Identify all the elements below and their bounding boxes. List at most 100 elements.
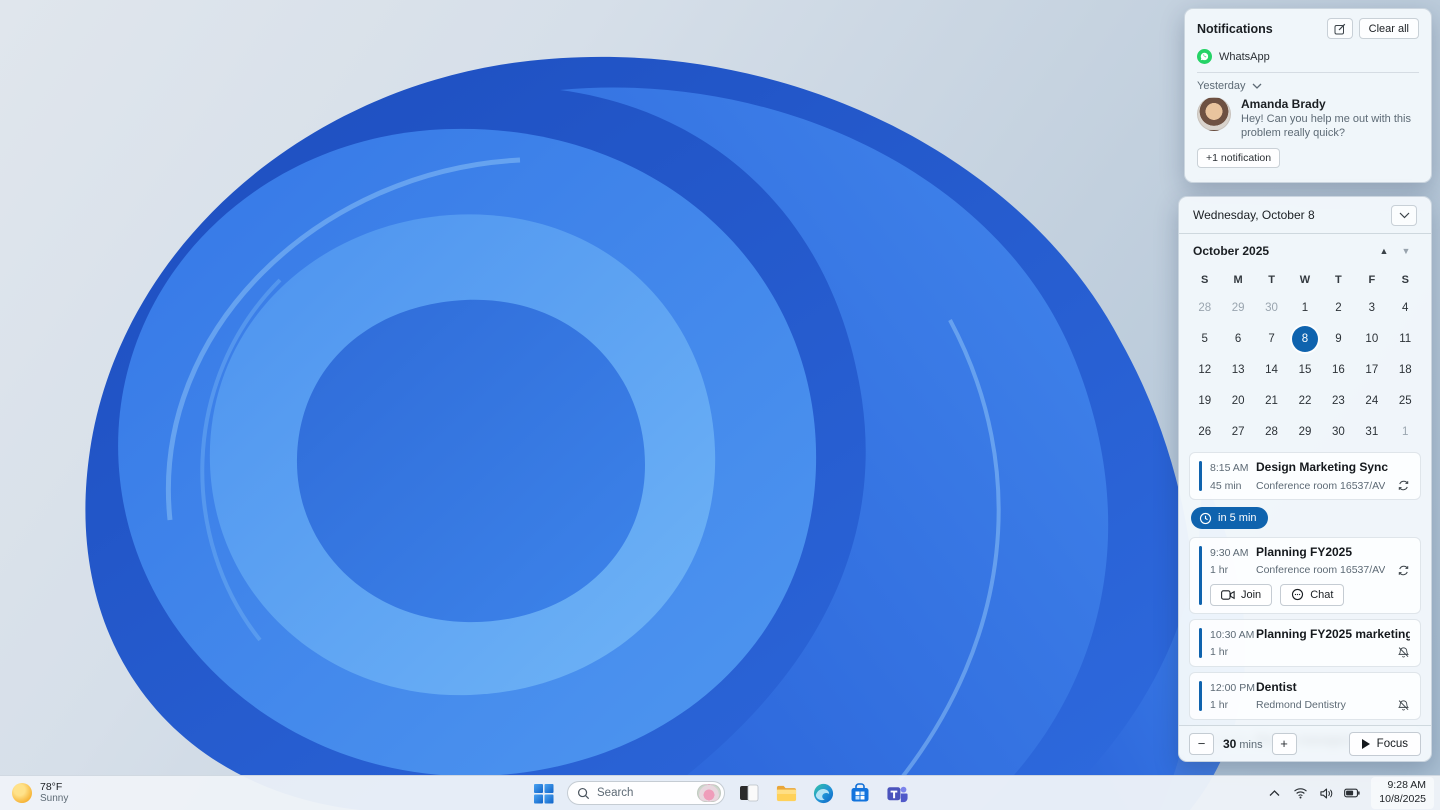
notification-item[interactable]: Amanda Brady Hey! Can you help me out wi… — [1197, 97, 1419, 141]
day-cell[interactable]: 12 — [1188, 354, 1221, 385]
day-cell[interactable]: 15 — [1288, 354, 1321, 385]
task-view-button[interactable] — [736, 780, 762, 806]
dow-label: S — [1201, 274, 1209, 286]
day-cell[interactable]: 13 — [1221, 354, 1254, 385]
taskbar: 78°F Sunny Search 9:28 AM 10/8/2025 — [0, 775, 1440, 810]
day-cell[interactable]: 4 — [1389, 292, 1422, 323]
day-cell[interactable]: 30 — [1255, 292, 1288, 323]
event-title: Design Marketing Sync — [1256, 460, 1389, 474]
chat-button[interactable]: Chat — [1280, 583, 1345, 606]
taskbar-center: Search — [530, 780, 910, 806]
calendar-next-month-button[interactable]: ▼ — [1395, 246, 1417, 256]
day-cell-selected[interactable]: 8 — [1288, 323, 1321, 354]
clock-widget[interactable]: 9:28 AM 10/8/2025 — [1371, 777, 1434, 809]
day-cell[interactable]: 27 — [1221, 416, 1254, 447]
day-cell[interactable]: 29 — [1288, 416, 1321, 447]
volume-button[interactable] — [1315, 780, 1337, 806]
calendar-prev-month-button[interactable]: ▲ — [1373, 246, 1395, 256]
day-cell[interactable]: 24 — [1355, 385, 1388, 416]
day-cell[interactable]: 14 — [1255, 354, 1288, 385]
event-time: 9:30 AM — [1210, 546, 1249, 559]
day-cell[interactable]: 5 — [1188, 323, 1221, 354]
weather-temperature: 78°F — [40, 781, 63, 794]
speaker-icon — [1320, 787, 1333, 799]
day-cell[interactable]: 1 — [1389, 416, 1422, 447]
day-cell[interactable]: 19 — [1188, 385, 1221, 416]
clear-all-button[interactable]: Clear all — [1358, 18, 1419, 39]
sunny-weather-icon — [12, 783, 32, 803]
calendar-collapse-button[interactable] — [1391, 204, 1417, 226]
event-location: Conference room 16537/AV — [1256, 479, 1386, 492]
event-card[interactable]: 12:00 PM Dentist 1 hr Redmond Dentistry — [1189, 671, 1421, 720]
calendar-panel: Wednesday, October 8 October 2025 ▲ ▼ S … — [1178, 196, 1432, 762]
day-cell[interactable]: 30 — [1322, 416, 1355, 447]
start-focus-button[interactable]: Focus — [1348, 731, 1421, 756]
file-explorer-button[interactable] — [773, 780, 799, 806]
increase-minutes-button[interactable]: + — [1271, 732, 1297, 755]
day-cell[interactable]: 18 — [1389, 354, 1422, 385]
play-icon — [1361, 738, 1370, 749]
wifi-button[interactable] — [1289, 780, 1311, 806]
windows-logo-icon — [533, 783, 553, 803]
day-cell[interactable]: 20 — [1221, 385, 1254, 416]
recurring-icon — [1397, 479, 1410, 492]
calendar-week-row: 5 6 7 8 9 10 11 — [1188, 323, 1422, 354]
edge-browser-button[interactable] — [810, 780, 836, 806]
day-cell[interactable]: 23 — [1322, 385, 1355, 416]
day-cell[interactable]: 11 — [1389, 323, 1422, 354]
day-cell[interactable]: 28 — [1188, 292, 1221, 323]
clock-time: 9:28 AM — [1387, 779, 1426, 792]
event-card[interactable]: 10:30 AM Planning FY2025 marketing 1 hr — [1189, 618, 1421, 667]
notifications-panel: Notifications Clear all WhatsApp Yesterd… — [1184, 8, 1432, 183]
day-cell[interactable]: 22 — [1288, 385, 1321, 416]
notifications-title: Notifications — [1197, 21, 1273, 36]
day-cell[interactable]: 31 — [1355, 416, 1388, 447]
day-cell[interactable]: 16 — [1322, 354, 1355, 385]
chevron-up-icon — [1269, 789, 1280, 796]
battery-button[interactable] — [1341, 780, 1363, 806]
hidden-icons-button[interactable] — [1263, 780, 1285, 806]
day-cell[interactable]: 6 — [1221, 323, 1254, 354]
day-cell[interactable]: 21 — [1255, 385, 1288, 416]
teams-button[interactable] — [884, 780, 910, 806]
day-cell[interactable]: 9 — [1322, 323, 1355, 354]
decrease-minutes-button[interactable]: − — [1189, 732, 1214, 755]
file-explorer-icon — [776, 785, 796, 801]
microsoft-store-button[interactable] — [847, 780, 873, 806]
event-duration: 1 hr — [1210, 699, 1229, 711]
calendar-date-header: Wednesday, October 8 — [1179, 197, 1431, 234]
calendar-grid: S M T W T F S 28 29 30 1 2 3 4 5 6 7 8 9… — [1179, 268, 1431, 447]
event-duration: 1 hr — [1210, 564, 1229, 576]
weather-widget[interactable]: 78°F Sunny — [12, 776, 68, 810]
day-cell[interactable]: 28 — [1255, 416, 1288, 447]
event-location: Redmond Dentistry — [1256, 699, 1346, 711]
day-cell[interactable]: 26 — [1188, 416, 1221, 447]
day-cell[interactable]: 2 — [1322, 292, 1355, 323]
more-notifications-button[interactable]: +1 notification — [1197, 147, 1281, 168]
day-cell[interactable]: 7 — [1255, 323, 1288, 354]
day-cell[interactable]: 10 — [1355, 323, 1388, 354]
notification-message: Hey! Can you help me out with this probl… — [1241, 113, 1411, 139]
event-card[interactable]: 9:30 AM Planning FY2025 1 hr Conference … — [1189, 536, 1421, 614]
day-cell[interactable]: 1 — [1288, 292, 1321, 323]
day-cell[interactable]: 17 — [1355, 354, 1388, 385]
event-location: Conference room 16537/AV — [1256, 564, 1386, 576]
notification-app-row[interactable]: WhatsApp — [1197, 49, 1419, 73]
day-cell[interactable]: 25 — [1389, 385, 1422, 416]
notification-group-header[interactable]: Yesterday — [1197, 80, 1419, 92]
day-cell[interactable]: 29 — [1221, 292, 1254, 323]
task-view-icon — [740, 784, 759, 802]
event-card[interactable]: 8:15 AM Design Marketing Sync 45 min Con… — [1189, 452, 1421, 500]
start-button[interactable] — [530, 780, 556, 806]
day-cell[interactable]: 3 — [1355, 292, 1388, 323]
taskbar-search[interactable]: Search — [567, 781, 725, 805]
focus-unit: mins — [1239, 738, 1263, 751]
clock-icon — [1199, 512, 1212, 524]
dow-label: W — [1299, 274, 1311, 286]
focus-minutes: 30 — [1223, 736, 1237, 751]
join-meeting-button[interactable]: Join — [1210, 583, 1273, 606]
dow-label: S — [1401, 274, 1409, 286]
battery-icon — [1344, 788, 1360, 798]
notification-settings-button[interactable] — [1326, 18, 1353, 39]
teams-icon — [886, 786, 908, 802]
